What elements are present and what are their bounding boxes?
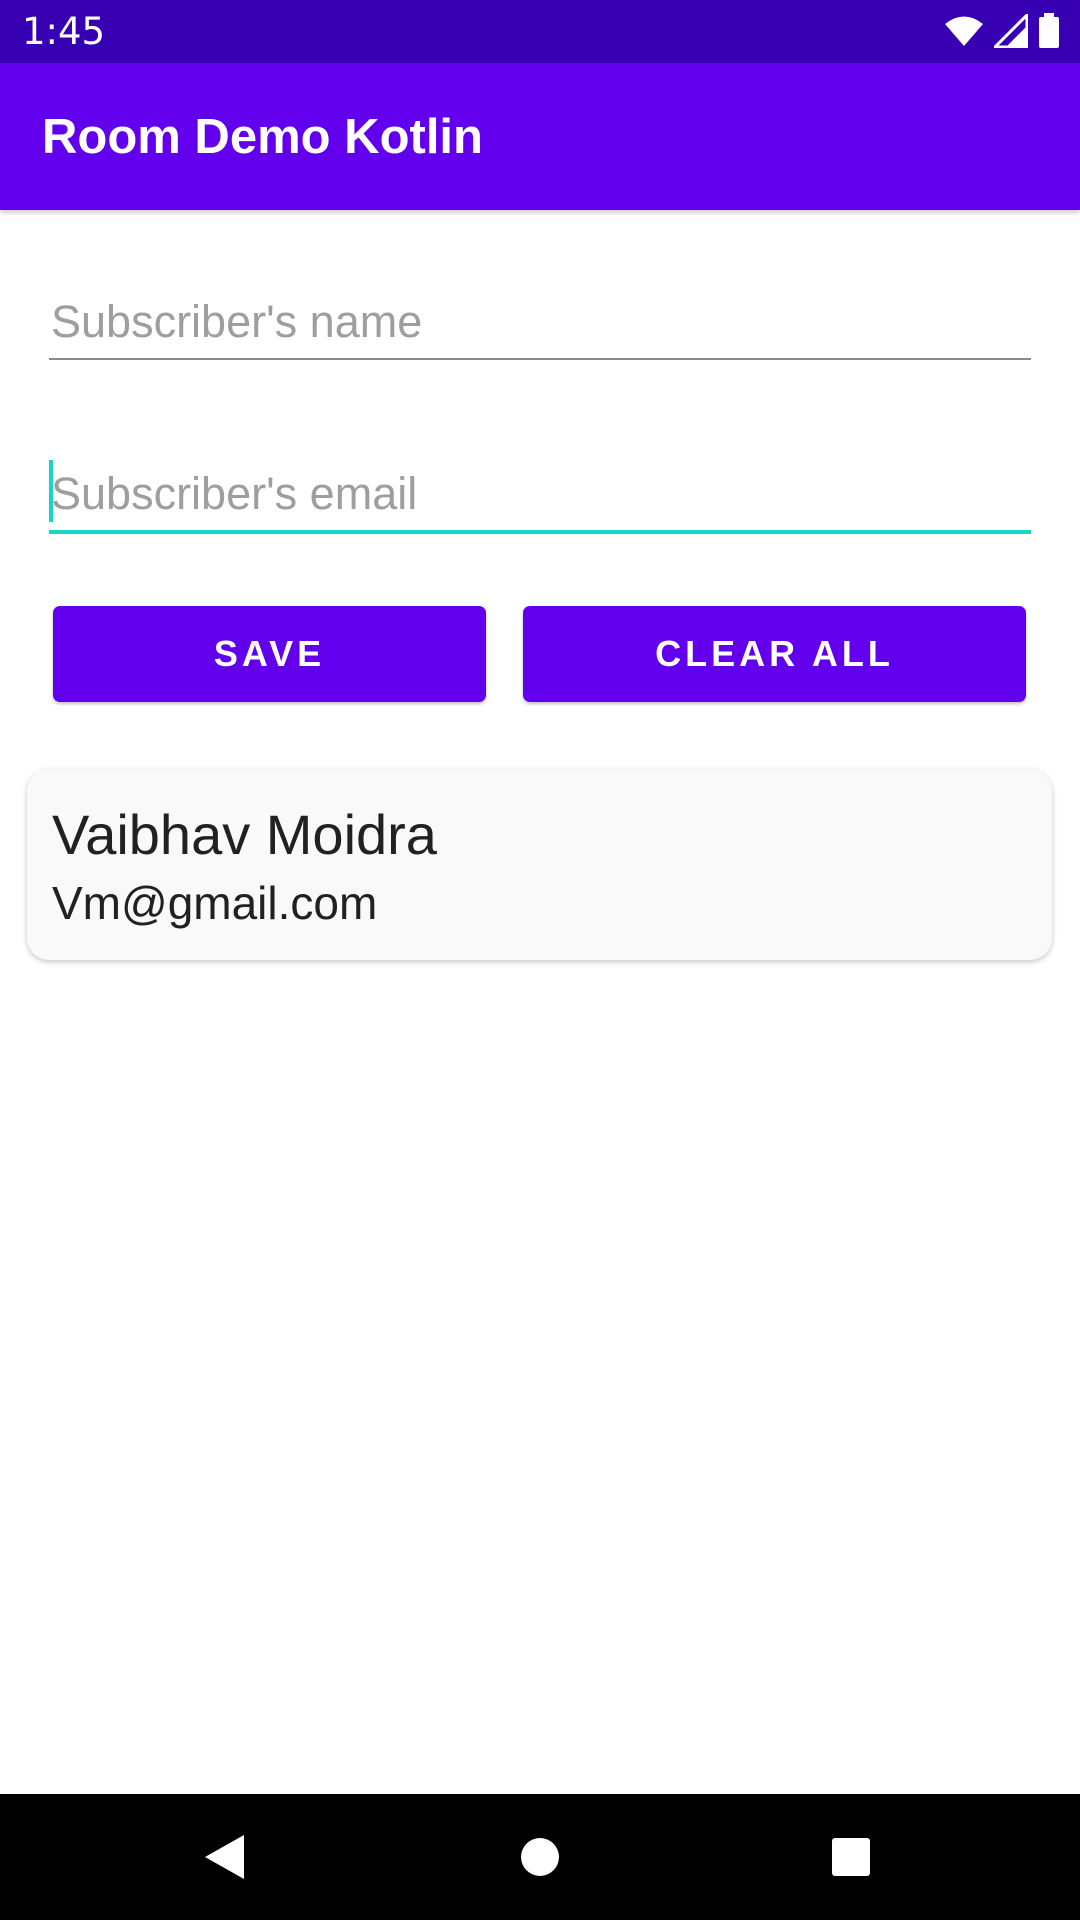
app-bar: Room Demo Kotlin (0, 63, 1080, 210)
subscriber-name-input[interactable] (49, 292, 1031, 352)
clear-all-button[interactable]: CLEAR ALL (523, 606, 1026, 702)
recents-icon[interactable] (791, 1794, 911, 1920)
status-bar: 1:45 (0, 0, 1080, 63)
screen: 1:45 Room Demo Kotlin Subscriber's name … (0, 0, 1080, 1920)
email-field[interactable] (49, 460, 1031, 534)
status-icons (944, 13, 1060, 49)
name-field-underline (49, 358, 1031, 360)
name-field[interactable] (49, 292, 1031, 360)
battery-icon (1038, 13, 1060, 49)
home-icon[interactable] (480, 1794, 600, 1920)
back-icon[interactable] (164, 1794, 284, 1920)
subscriber-email: Vm@gmail.com (52, 877, 378, 929)
email-field-underline (49, 530, 1031, 534)
subscriber-card[interactable]: Vaibhav Moidra Vm@gmail.com (27, 769, 1052, 960)
navigation-bar (0, 1794, 1080, 1920)
text-cursor (49, 460, 53, 522)
subscriber-email-input[interactable] (49, 464, 1031, 524)
status-time: 1:45 (22, 10, 106, 53)
app-title: Room Demo Kotlin (42, 110, 483, 164)
wifi-icon (944, 15, 984, 47)
cellular-signal-icon (994, 14, 1028, 48)
save-button[interactable]: SAVE (53, 606, 486, 702)
subscriber-name: Vaibhav Moidra (52, 803, 437, 866)
